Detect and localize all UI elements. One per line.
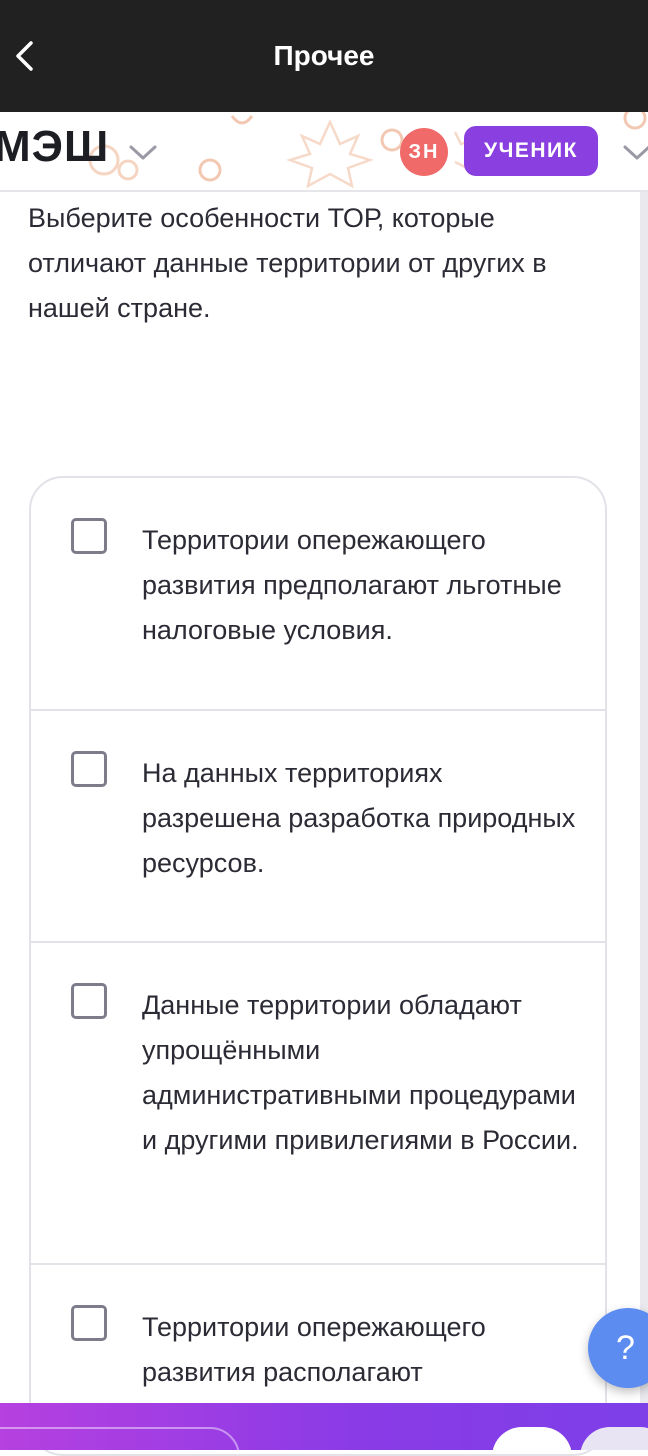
bottom-action-button[interactable] bbox=[492, 1427, 572, 1450]
logo: МЭШ bbox=[0, 122, 110, 171]
question-text: Выберите особенности ТОР, которые отлича… bbox=[28, 203, 547, 323]
answer-option[interactable]: Территории опережающего развития предпол… bbox=[31, 478, 605, 711]
answer-options: Территории опережающего развития предпол… bbox=[29, 476, 607, 1456]
checkbox[interactable] bbox=[71, 518, 107, 554]
avatar[interactable]: ЗН bbox=[400, 128, 448, 176]
option-label: Территории опережающего развития предпол… bbox=[142, 525, 562, 645]
bottom-action-button[interactable] bbox=[580, 1427, 648, 1450]
answer-option[interactable]: На данных территориях разрешена разработ… bbox=[31, 711, 605, 943]
answer-option[interactable]: Данные территории обладают упрощёнными а… bbox=[31, 943, 605, 1265]
top-bar: Прочее bbox=[0, 0, 648, 112]
option-label: Данные территории обладают упрощёнными а… bbox=[142, 990, 579, 1155]
bottom-action-outline[interactable] bbox=[0, 1427, 240, 1450]
checkbox[interactable] bbox=[71, 983, 107, 1019]
scrollbar[interactable] bbox=[640, 192, 648, 1404]
role-badge[interactable]: УЧЕНИК bbox=[464, 126, 598, 176]
checkbox[interactable] bbox=[71, 751, 107, 787]
page-title: Прочее bbox=[273, 40, 375, 71]
checkbox[interactable] bbox=[71, 1305, 107, 1341]
app-header: МЭШ ЗН УЧЕНИК bbox=[0, 112, 648, 192]
chevron-down-icon[interactable] bbox=[622, 144, 648, 162]
option-label: На данных территориях разрешена разработ… bbox=[142, 758, 576, 878]
chevron-down-icon[interactable] bbox=[128, 144, 158, 162]
bottom-bar bbox=[0, 1403, 648, 1450]
option-label: Территории опережающего развития распола… bbox=[142, 1312, 486, 1387]
